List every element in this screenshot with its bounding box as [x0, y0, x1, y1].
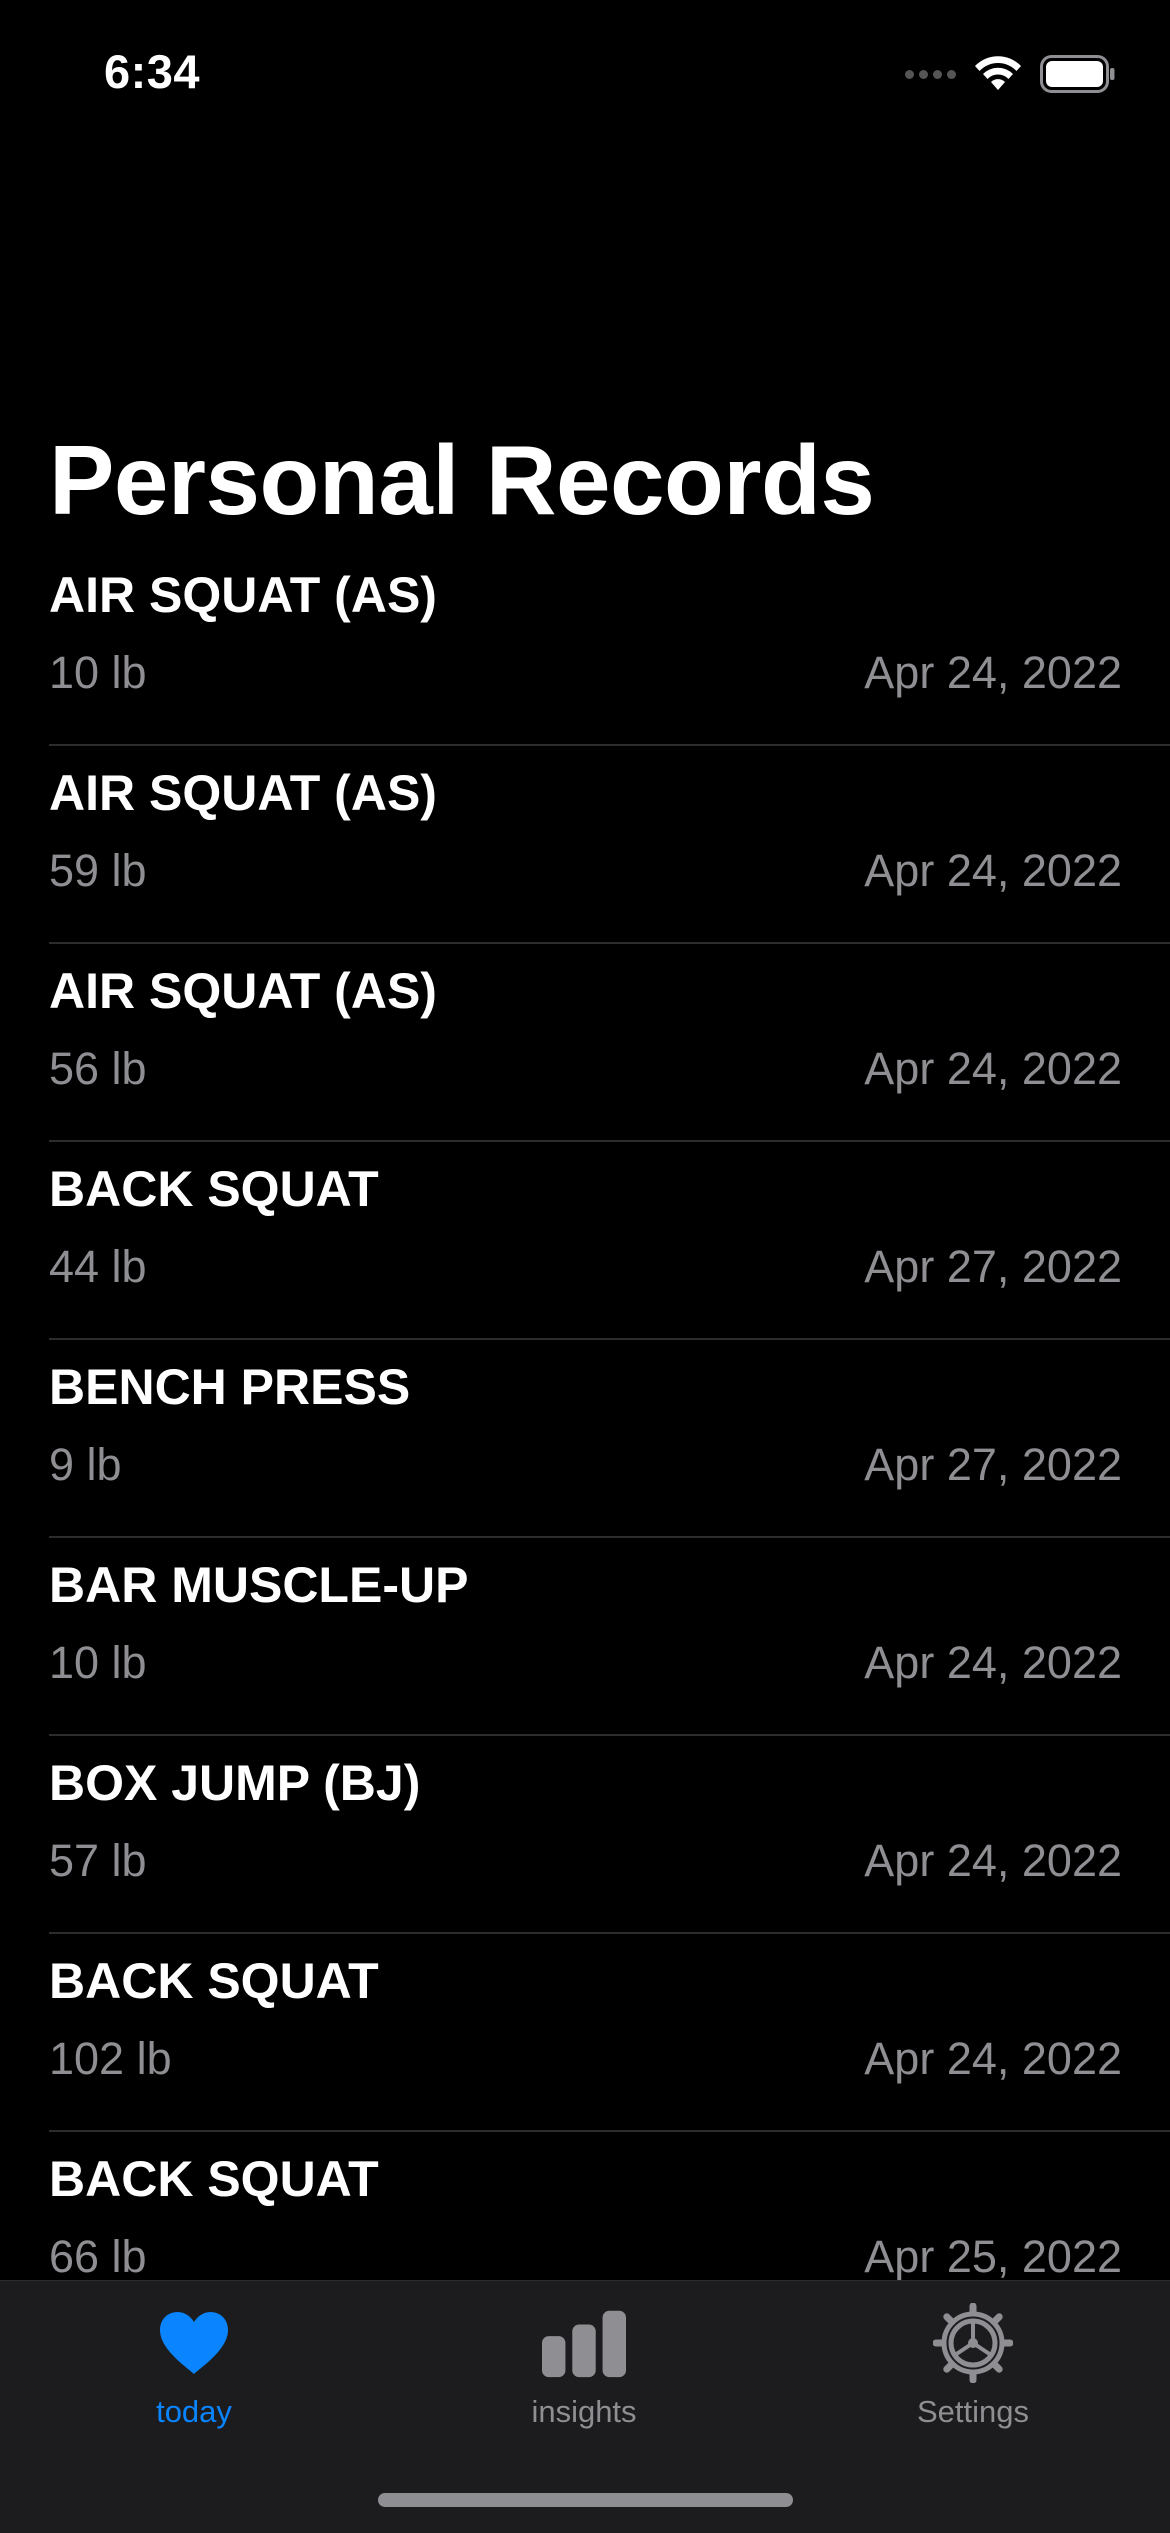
record-name: BENCH PRESS: [49, 1359, 411, 1415]
record-date: Apr 25, 2022: [864, 2231, 1122, 2280]
record-date: Apr 24, 2022: [864, 1637, 1122, 1688]
record-weight: 59 lb: [49, 845, 147, 896]
record-name: AIR SQUAT (AS): [49, 567, 437, 623]
record-weight: 102 lb: [49, 2033, 172, 2084]
record-weight: 56 lb: [49, 1043, 147, 1094]
tab-label: insights: [531, 2394, 637, 2429]
record-name: BAR MUSCLE-UP: [49, 1557, 469, 1613]
record-date: Apr 24, 2022: [864, 1043, 1122, 1094]
record-weight: 66 lb: [49, 2231, 147, 2280]
record-date: Apr 24, 2022: [864, 2033, 1122, 2084]
wifi-icon: [975, 56, 1021, 90]
record-name: AIR SQUAT (AS): [49, 963, 437, 1019]
record-weight: 44 lb: [49, 1241, 147, 1292]
records-list[interactable]: AIR SQUAT (AS) 10 lb Apr 24, 2022 AIR SQ…: [0, 548, 1170, 2280]
record-date: Apr 24, 2022: [864, 647, 1122, 698]
bar-chart-icon: [542, 2301, 626, 2385]
record-row[interactable]: BENCH PRESS 9 lb Apr 27, 2022: [49, 1340, 1170, 1538]
record-name: AIR SQUAT (AS): [49, 765, 437, 821]
record-row[interactable]: BACK SQUAT 66 lb Apr 25, 2022: [49, 2132, 1170, 2280]
page-title: Personal Records: [49, 425, 875, 535]
record-date: Apr 24, 2022: [864, 845, 1122, 896]
heart-icon: [152, 2301, 236, 2385]
record-row[interactable]: BOX JUMP (BJ) 57 lb Apr 24, 2022: [49, 1736, 1170, 1934]
record-date: Apr 27, 2022: [864, 1439, 1122, 1490]
status-bar: 6:34: [0, 0, 1170, 150]
status-time: 6:34: [104, 45, 201, 98]
tab-label: Settings: [916, 2394, 1029, 2429]
record-weight: 10 lb: [49, 647, 147, 698]
status-icons: [905, 52, 1116, 96]
tab-today[interactable]: today: [44, 2301, 344, 2431]
cellular-signal-icon: [905, 69, 956, 79]
record-weight: 10 lb: [49, 1637, 147, 1688]
gear-icon: [931, 2301, 1015, 2385]
home-indicator[interactable]: [378, 2493, 793, 2507]
record-date: Apr 24, 2022: [864, 1835, 1122, 1886]
record-row[interactable]: AIR SQUAT (AS) 10 lb Apr 24, 2022: [49, 548, 1170, 746]
tab-settings[interactable]: Settings: [823, 2301, 1123, 2431]
record-row[interactable]: BAR MUSCLE-UP 10 lb Apr 24, 2022: [49, 1538, 1170, 1736]
record-name: BACK SQUAT: [49, 1953, 379, 2009]
record-weight: 57 lb: [49, 1835, 147, 1886]
tab-insights[interactable]: insights: [434, 2301, 734, 2431]
record-weight: 9 lb: [49, 1439, 122, 1490]
record-name: BACK SQUAT: [49, 1161, 379, 1217]
tab-label: today: [156, 2394, 232, 2429]
record-row[interactable]: BACK SQUAT 44 lb Apr 27, 2022: [49, 1142, 1170, 1340]
record-date: Apr 27, 2022: [864, 1241, 1122, 1292]
record-name: BACK SQUAT: [49, 2151, 379, 2207]
record-row[interactable]: BACK SQUAT 102 lb Apr 24, 2022: [49, 1934, 1170, 2132]
record-row[interactable]: AIR SQUAT (AS) 59 lb Apr 24, 2022: [49, 746, 1170, 944]
battery-icon: [1040, 55, 1115, 93]
record-row[interactable]: AIR SQUAT (AS) 56 lb Apr 24, 2022: [49, 944, 1170, 1142]
record-name: BOX JUMP (BJ): [49, 1755, 421, 1811]
tab-bar: today insights Settings: [0, 2280, 1170, 2533]
